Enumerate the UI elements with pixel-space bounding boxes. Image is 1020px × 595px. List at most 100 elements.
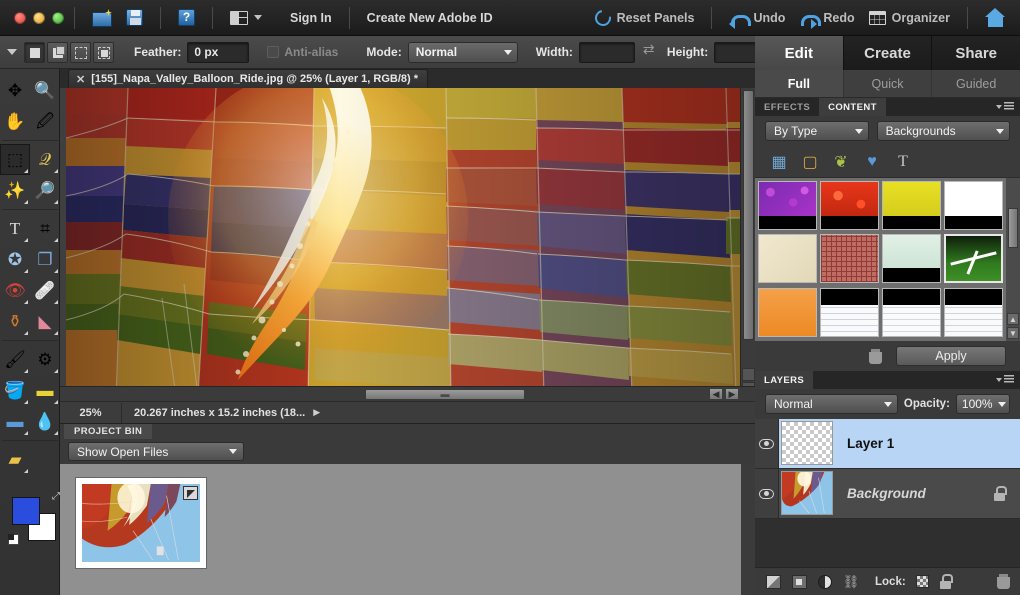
layer-row-layer-1[interactable]: Layer 1 (755, 419, 1020, 469)
layer-thumbnail[interactable] (781, 421, 833, 465)
clone-stamp-tool[interactable]: ⚱ (0, 306, 30, 337)
vertical-scroll-thumb[interactable] (743, 90, 754, 340)
zoom-level[interactable]: 25% (60, 402, 122, 423)
scroll-right-button[interactable]: ▶ (725, 388, 739, 400)
anti-alias-checkbox[interactable] (267, 46, 280, 58)
layer-thumbnail[interactable] (781, 471, 833, 515)
tab-share[interactable]: Share (932, 36, 1020, 70)
frames-icon[interactable]: ▦ (769, 152, 789, 171)
link-layers-icon[interactable]: ⛓ (843, 574, 860, 589)
straighten-tool[interactable]: ❐ (30, 244, 60, 275)
organizer-button[interactable]: Organizer (862, 5, 957, 31)
magic-wand-tool[interactable]: ✨ (0, 175, 30, 206)
smart-brush-tool[interactable]: ⚙ (30, 344, 60, 375)
content-thumb-background-notebook-3[interactable] (944, 287, 1003, 337)
content-filter-by-select[interactable]: By Type (765, 121, 869, 141)
zoom-tool[interactable]: 🔍 (30, 75, 60, 106)
layout-menu-button[interactable] (223, 5, 269, 31)
create-adobe-id-button[interactable]: Create New Adobe ID (360, 5, 500, 31)
hand-tool[interactable]: ✋ (0, 106, 30, 137)
undo-button[interactable]: Undo (722, 5, 792, 31)
shape-tool[interactable]: ▬ (0, 406, 30, 437)
graphics-icon[interactable]: ❦ (831, 152, 851, 171)
content-thumb-background-red-weave[interactable] (820, 234, 879, 284)
quick-selection-tool[interactable]: 🔎 (30, 175, 60, 206)
content-thumb-background-notebook-1[interactable] (820, 287, 879, 337)
add-to-selection-button[interactable] (47, 41, 68, 63)
content-thumb-background-grass-field[interactable] (944, 234, 1003, 284)
content-scroll-down-button[interactable]: ▼ (1007, 327, 1019, 339)
brush-tool[interactable]: 🖌 (0, 344, 30, 375)
foreground-color-swatch[interactable] (12, 497, 40, 525)
gradient-tool[interactable]: ▬ (30, 375, 60, 406)
project-bin-thumbnail[interactable] (75, 477, 207, 569)
lock-transparency-icon[interactable] (915, 575, 929, 588)
move-tool[interactable]: ✥ (0, 75, 30, 106)
image-canvas[interactable] (66, 88, 749, 396)
swap-dimensions-icon[interactable] (643, 41, 659, 58)
eyedropper-tool[interactable]: 🖉 (30, 106, 60, 137)
shapes-icon[interactable]: ♥ (862, 152, 882, 171)
content-panel-menu-button[interactable] (996, 102, 1014, 111)
lasso-tool[interactable]: 𝒬 (30, 144, 60, 175)
content-grid-scrollbar[interactable]: ▲ ▼ (1006, 178, 1020, 341)
content-thumb-background-red-texture[interactable] (820, 181, 879, 230)
mode-select[interactable]: Normal (407, 41, 518, 63)
new-layer-icon[interactable] (765, 574, 781, 589)
eraser-tool[interactable]: ◣ (30, 306, 60, 337)
tab-content[interactable]: CONTENT (819, 98, 886, 116)
redo-button[interactable]: Redo (792, 5, 861, 31)
swap-colors-icon[interactable]: ⤢ (52, 491, 60, 502)
maximize-window-button[interactable] (52, 11, 64, 24)
new-file-button[interactable] (85, 5, 119, 31)
adjustment-layer-icon[interactable] (817, 574, 833, 589)
layers-panel-menu-button[interactable] (996, 375, 1014, 384)
content-scroll-thumb[interactable] (1008, 208, 1018, 248)
tab-edit[interactable]: Edit (755, 36, 844, 70)
tab-quick[interactable]: Quick (844, 70, 933, 97)
content-thumb-background-purple-bokeh[interactable] (758, 181, 817, 230)
tab-full[interactable]: Full (755, 70, 844, 97)
cookie-cutter-tool[interactable]: ✪ (0, 244, 30, 275)
layer-name[interactable]: Background (833, 469, 993, 518)
paint-bucket-tool[interactable]: 🪣 (0, 375, 30, 406)
layer-visibility-toggle[interactable] (755, 469, 779, 518)
apply-button[interactable]: Apply (896, 346, 1006, 366)
default-colors-icon[interactable] (8, 534, 19, 545)
project-bin-scrollbar[interactable] (741, 464, 755, 595)
content-thumb-background-mint[interactable] (882, 234, 941, 284)
close-window-button[interactable] (14, 11, 26, 24)
home-button[interactable] (978, 5, 1020, 31)
close-document-icon[interactable]: ✕ (76, 73, 85, 86)
project-bin-filter-select[interactable]: Show Open Files (68, 442, 244, 461)
backgrounds-icon[interactable]: ▢ (800, 152, 820, 171)
width-input[interactable] (578, 41, 635, 63)
canvas-vertical-scrollbar[interactable] (740, 88, 755, 396)
layer-visibility-toggle[interactable] (755, 419, 779, 468)
content-type-select[interactable]: Backgrounds (876, 121, 1010, 141)
tab-layers[interactable]: LAYERS (755, 371, 814, 389)
status-menu-icon[interactable]: ▶ (313, 407, 320, 418)
reset-panels-button[interactable]: Reset Panels (588, 5, 702, 31)
layer-row-background[interactable]: Background (755, 469, 1020, 519)
add-layer-mask-icon[interactable] (791, 574, 807, 589)
opacity-select[interactable]: 100% (955, 394, 1010, 414)
new-selection-button[interactable] (24, 41, 45, 63)
blur-tool[interactable]: 💧 (30, 406, 60, 437)
content-scroll-up-button[interactable]: ▲ (1007, 313, 1019, 325)
tab-guided[interactable]: Guided (932, 70, 1020, 97)
layer-name[interactable]: Layer 1 (833, 419, 1020, 468)
sponge-tool[interactable]: ▰ (0, 444, 30, 475)
content-thumb-background-orange[interactable] (758, 287, 817, 337)
content-thumb-background-white[interactable] (944, 181, 1003, 230)
healing-brush-tool[interactable]: 🩹 (30, 275, 60, 306)
sign-in-button[interactable]: Sign In (283, 5, 339, 31)
horizontal-scroll-thumb[interactable]: ▬ (365, 389, 525, 400)
content-thumb-background-notebook-2[interactable] (882, 287, 941, 337)
canvas-horizontal-scrollbar[interactable]: ▬ ◀ ▶ (60, 386, 755, 401)
scroll-up-button[interactable] (742, 368, 755, 381)
help-button[interactable]: ? (171, 5, 202, 31)
document-tab[interactable]: ✕ [155]_Napa_Valley_Balloon_Ride.jpg @ 2… (68, 69, 429, 88)
delete-layer-icon[interactable] (997, 574, 1010, 589)
rectangular-marquee-tool[interactable]: ⬚ (0, 144, 30, 175)
